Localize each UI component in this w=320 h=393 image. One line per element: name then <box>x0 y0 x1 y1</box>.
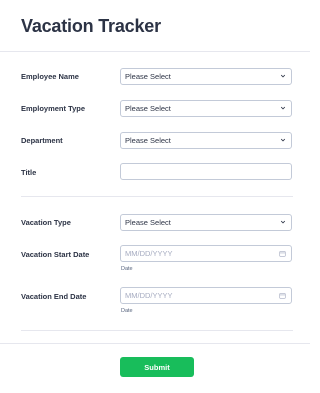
chevron-down-icon <box>280 106 286 110</box>
employee-name-label: Employee Name <box>21 72 79 81</box>
employment-type-value: Please Select <box>125 104 171 113</box>
vacation-end-date-sublabel: Date <box>121 308 133 314</box>
department-value: Please Select <box>125 136 171 145</box>
department-label: Department <box>21 136 63 145</box>
vacation-type-label: Vacation Type <box>21 218 71 227</box>
vacation-type-value: Please Select <box>125 218 171 227</box>
vacation-start-date-label: Vacation Start Date <box>21 250 90 259</box>
vacation-start-date-input[interactable]: MM/DD/YYYY <box>120 245 292 262</box>
footer-divider <box>0 343 310 344</box>
header-divider <box>0 51 310 52</box>
submit-button[interactable]: Submit <box>120 357 194 377</box>
vacation-type-select[interactable]: Please Select <box>120 214 292 231</box>
vacation-start-date-placeholder: MM/DD/YYYY <box>125 249 173 258</box>
chevron-down-icon <box>280 74 286 78</box>
employment-type-label: Employment Type <box>21 104 86 113</box>
title-input[interactable] <box>120 163 292 180</box>
employment-type-select[interactable]: Please Select <box>120 100 292 117</box>
section-divider <box>21 330 293 331</box>
vacation-end-date-input[interactable]: MM/DD/YYYY <box>120 287 292 304</box>
calendar-icon[interactable] <box>279 250 286 257</box>
section-divider <box>21 196 293 197</box>
vacation-start-date-sublabel: Date <box>121 266 133 272</box>
employee-name-value: Please Select <box>125 72 171 81</box>
employee-name-select[interactable]: Please Select <box>120 68 292 85</box>
vacation-end-date-placeholder: MM/DD/YYYY <box>125 291 173 300</box>
calendar-icon[interactable] <box>279 292 286 299</box>
chevron-down-icon <box>280 220 286 224</box>
title-label: Title <box>21 168 37 177</box>
form-title: Vacation Tracker <box>21 16 161 36</box>
chevron-down-icon <box>280 138 286 142</box>
vacation-end-date-label: Vacation End Date <box>21 292 87 301</box>
department-select[interactable]: Please Select <box>120 132 292 149</box>
